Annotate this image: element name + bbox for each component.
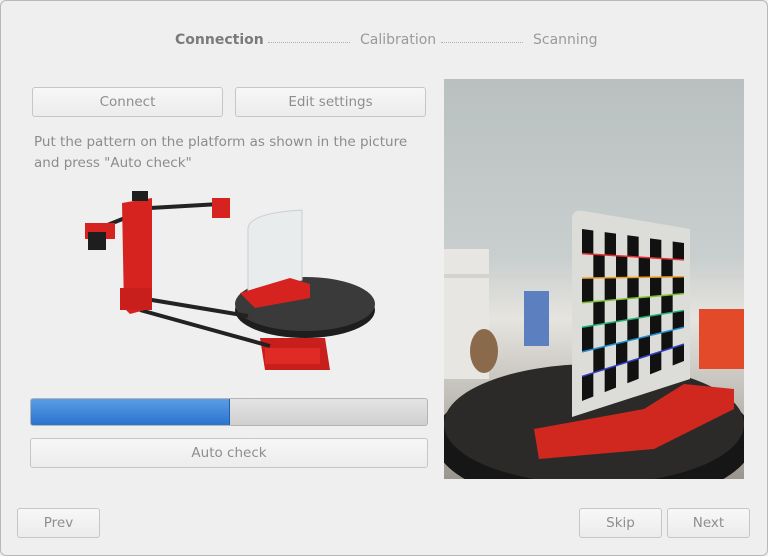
checker-square [604,365,616,393]
checker-square [616,255,628,278]
step-separator [268,42,350,43]
checker-square [650,277,662,297]
instruction-text: Put the pattern on the platform as shown… [34,134,408,171]
next-button[interactable]: Next [667,508,750,538]
checker-square [650,314,662,336]
checker-square [582,325,594,352]
checker-square [582,277,594,303]
scanner-illustration [85,191,375,370]
skip-button[interactable]: Skip [579,508,662,538]
checker-square [604,321,616,347]
checker-square [627,235,639,258]
connect-button[interactable]: Connect [32,87,223,117]
checker-square [604,232,616,256]
checker-square [650,238,662,259]
edit-settings-button[interactable]: Edit settings [235,87,426,117]
checker-square [627,277,639,299]
checker-square [661,258,673,278]
checker-square [661,294,673,315]
checker-square [638,257,650,278]
checker-square [616,298,628,322]
checker-square [593,254,605,278]
checker-square [582,229,594,255]
step-separator [441,42,523,43]
checker-square [672,241,684,260]
step-scanning: Scanning [533,32,598,48]
checker-square [582,372,594,401]
prev-button[interactable]: Prev [17,508,100,538]
checker-square [604,277,616,301]
progress-fill [31,399,230,425]
checker-square [638,296,650,318]
step-indicator: Connection Calibration Scanning [0,32,768,50]
camera-preview [444,79,744,479]
checker-square [593,346,605,373]
step-connection: Connection [175,32,264,48]
checker-square [672,276,684,295]
step-calibration: Calibration [360,32,437,48]
auto-check-button[interactable]: Auto check [30,438,428,468]
progress-bar [30,398,428,426]
checker-square [593,300,605,326]
checker-square [627,317,639,341]
